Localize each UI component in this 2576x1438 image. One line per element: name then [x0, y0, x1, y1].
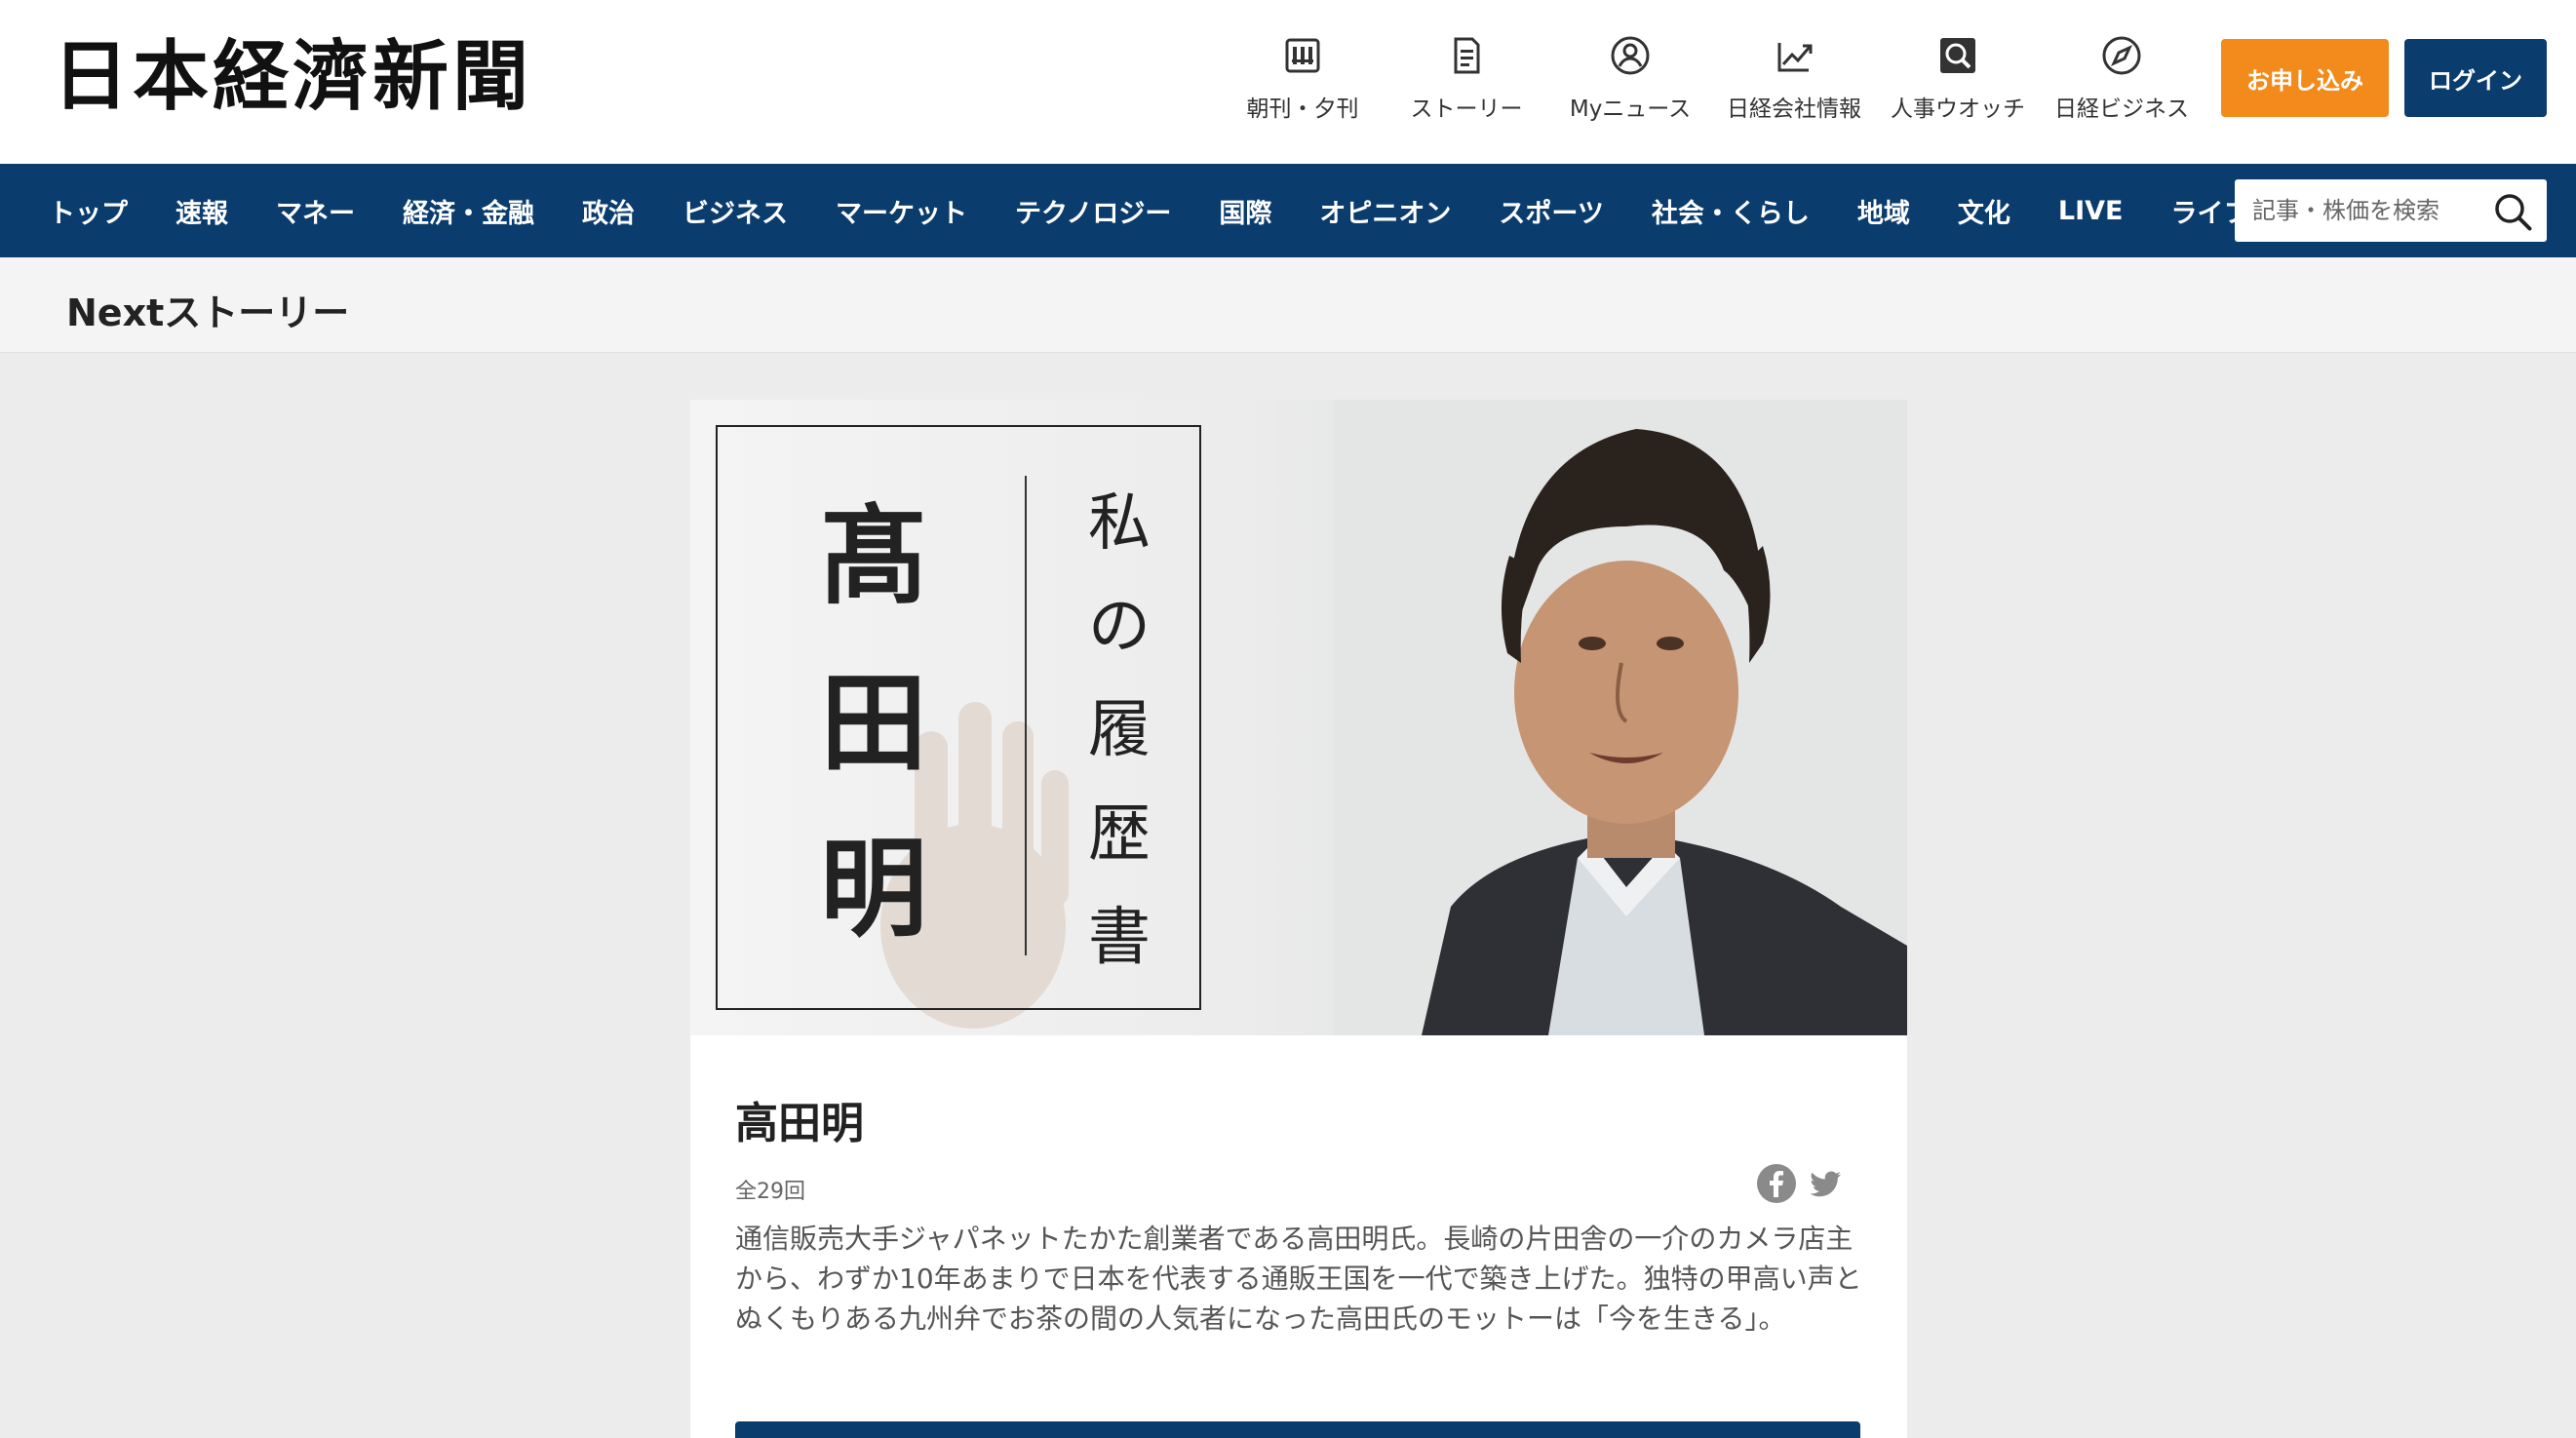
nav-item-live[interactable]: LIVE: [2058, 196, 2124, 226]
document-icon: [1444, 33, 1489, 78]
nav-item-technology[interactable]: テクノロジー: [1015, 192, 1171, 230]
nav-item-region[interactable]: 地域: [1857, 192, 1910, 230]
apply-button[interactable]: お申し込み: [2221, 39, 2389, 117]
hero-image: 髙田明 私の履歴書: [690, 400, 1907, 1035]
newspaper-icon: [1280, 33, 1325, 78]
util-label-personnel: 人事ウオッチ: [1891, 97, 2025, 122]
site-logo[interactable]: 日本経濟新聞: [53, 39, 532, 115]
util-label-company-info: 日経会社情報: [1727, 97, 1861, 122]
search-input[interactable]: [2235, 179, 2486, 242]
read-story-button[interactable]: [735, 1421, 1860, 1438]
util-item-mynews[interactable]: Myニュース: [1548, 33, 1712, 123]
person-photo: [1334, 400, 1907, 1035]
page-title: Nextストーリー: [66, 291, 350, 334]
story-description: 通信販売大手ジャパネットたかた創業者である高田明氏。長崎の片田舎の一介のカメラ店…: [735, 1223, 1862, 1335]
util-item-story[interactable]: ストーリー: [1385, 33, 1548, 123]
section-header: Nextストーリー: [0, 257, 2576, 353]
search-box: [2235, 179, 2547, 242]
nav-item-money[interactable]: マネー: [276, 192, 355, 230]
title-frame: 髙田明 私の履歴書: [716, 425, 1201, 1010]
utility-nav: 朝刊・夕刊 ストーリー Myニュース 日経会社情報 人事ウオッチ 日経ビジネス: [1221, 33, 2204, 123]
util-label-story: ストーリー: [1410, 97, 1523, 122]
nav-item-culture[interactable]: 文化: [1958, 192, 2010, 230]
util-item-company-info[interactable]: 日経会社情報: [1712, 33, 1876, 123]
twitter-icon[interactable]: [1804, 1162, 1847, 1205]
util-item-personnel[interactable]: 人事ウオッチ: [1876, 33, 2040, 123]
story-title[interactable]: 高田明: [735, 1088, 864, 1150]
user-circle-icon: [1608, 33, 1653, 78]
util-item-business[interactable]: 日経ビジネス: [2040, 33, 2204, 123]
hero-name-vertical: 髙田明: [820, 493, 927, 952]
util-label-newspaper: 朝刊・夕刊: [1246, 97, 1359, 122]
util-item-newspaper[interactable]: 朝刊・夕刊: [1221, 33, 1385, 123]
nav-item-economy[interactable]: 経済・金融: [403, 192, 534, 230]
title-divider: [1025, 476, 1027, 955]
nav-item-business[interactable]: ビジネス: [683, 192, 788, 230]
nav-item-breaking[interactable]: 速報: [176, 192, 228, 230]
hero-series-vertical: 私の履歴書: [1088, 487, 1151, 974]
util-label-mynews: Myニュース: [1569, 97, 1692, 122]
nav-list: トップ 速報 マネー 経済・金融 政治 ビジネス マーケット テクノロジー 国際…: [49, 164, 2297, 257]
site-header: 日本経濟新聞 朝刊・夕刊 ストーリー Myニュース 日経会社情報 人事ウオッチ …: [0, 0, 2576, 164]
episode-count: 全29回: [735, 1180, 805, 1204]
search-icon[interactable]: [2492, 191, 2533, 232]
nav-item-opinion[interactable]: オピニオン: [1319, 192, 1451, 230]
compass-icon: [2099, 33, 2144, 78]
nav-item-top[interactable]: トップ: [49, 192, 128, 230]
util-label-business: 日経ビジネス: [2054, 97, 2189, 122]
chart-line-icon: [1772, 33, 1816, 78]
login-button[interactable]: ログイン: [2404, 39, 2547, 117]
nav-item-society[interactable]: 社会・くらし: [1652, 192, 1810, 230]
nav-item-market[interactable]: マーケット: [836, 192, 967, 230]
story-card[interactable]: 髙田明 私の履歴書 高田明 全29回 通信販売大手ジャパネットたかた創業者である…: [690, 400, 1907, 1438]
nav-item-sports[interactable]: スポーツ: [1499, 192, 1603, 230]
nav-item-politics[interactable]: 政治: [582, 192, 635, 230]
search-box-icon: [1935, 33, 1980, 78]
facebook-icon[interactable]: [1755, 1162, 1798, 1205]
main-nav: トップ 速報 マネー 経済・金融 政治 ビジネス マーケット テクノロジー 国際…: [0, 164, 2576, 257]
nav-item-international[interactable]: 国際: [1219, 192, 1271, 230]
share-buttons: [1749, 1162, 1847, 1205]
